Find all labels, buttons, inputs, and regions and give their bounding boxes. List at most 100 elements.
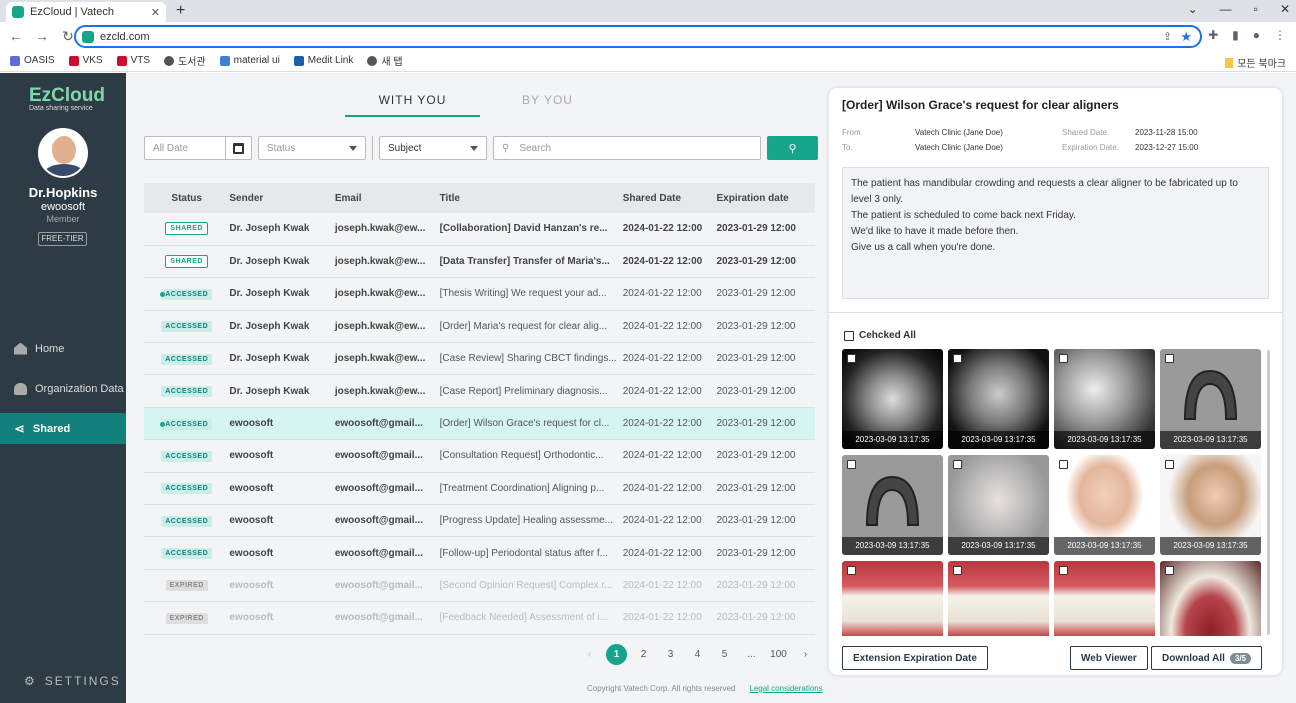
thumbnail-face-mesh[interactable]: 2023-03-09 13:17:35	[948, 455, 1049, 555]
thumbnail-face-side-photo[interactable]: 2023-03-09 13:17:35	[1160, 455, 1261, 555]
message-box[interactable]: The patient has mandibular crowding and …	[842, 167, 1269, 299]
minimize-icon[interactable]: —	[1220, 2, 1232, 16]
nav-shared[interactable]: ⋖ Shared	[0, 413, 126, 444]
thumbnail-lower-model[interactable]: 2023-03-09 13:17:35	[842, 455, 943, 555]
tab-by-you[interactable]: BY YOU	[480, 93, 615, 117]
table-row[interactable]: ACCESSED ewoosoft ewoosoft@gmail... [Treatm…	[144, 472, 815, 506]
bookmark-item[interactable]: 도서관	[164, 53, 206, 68]
thumbnail-checkbox[interactable]	[1059, 354, 1068, 363]
date-filter[interactable]: All Date	[144, 136, 252, 160]
table-row[interactable]: EXPIRED ewoosoft ewoosoft@gmail... [Feedbac…	[144, 601, 815, 635]
bookmark-item[interactable]: VKS	[68, 55, 103, 66]
status-select[interactable]: Status	[258, 136, 366, 160]
close-window-icon[interactable]: ✕	[1280, 2, 1290, 16]
thumbnail-intraoral-xray[interactable]: 2023-03-09 13:17:35	[1054, 349, 1155, 449]
window-dropdown-icon[interactable]: ⌄	[1188, 2, 1198, 16]
nav-home[interactable]: Home	[0, 333, 126, 364]
new-tab-icon[interactable]: +	[176, 2, 185, 20]
calendar-icon[interactable]	[225, 137, 251, 159]
col-email[interactable]: Email	[328, 183, 434, 213]
table-row[interactable]: ACCESSED Dr. Joseph Kwak joseph.kwak@ew...…	[144, 277, 815, 311]
next-page-icon[interactable]: ›	[792, 649, 819, 660]
table-row[interactable]: ACCESSED Dr. Joseph Kwak joseph.kwak@ew...…	[144, 374, 815, 408]
thumbnail-checkbox[interactable]	[953, 354, 962, 363]
search-input[interactable]: ⚲ Search	[493, 136, 761, 160]
extend-expiration-button[interactable]: Extension Expiration Date	[842, 646, 988, 670]
email-cell: joseph.kwak@ew...	[328, 374, 434, 408]
thumbnail-checkbox[interactable]	[1165, 354, 1174, 363]
thumbnail-checkbox[interactable]	[847, 566, 856, 575]
prev-page-icon[interactable]: ‹	[576, 649, 603, 660]
maximize-icon[interactable]: ▫	[1254, 2, 1258, 16]
subject-select[interactable]: Subject	[379, 136, 487, 160]
close-tab-icon[interactable]: ✕	[151, 6, 160, 19]
download-all-button[interactable]: Download All 3/5	[1151, 646, 1263, 670]
sidepanel-icon[interactable]: ▮	[1232, 28, 1239, 42]
table-row[interactable]: ACCESSED Dr. Joseph Kwak joseph.kwak@ew...…	[144, 310, 815, 344]
thumbnail-teeth-photo[interactable]	[1054, 561, 1155, 636]
thumbnail-checkbox[interactable]	[1059, 460, 1068, 469]
bookmark-item[interactable]: material ui	[219, 55, 280, 66]
page-3[interactable]: 3	[657, 649, 684, 660]
col-status[interactable]: Status	[144, 183, 224, 213]
thumbnail-teeth-photo[interactable]	[948, 561, 1049, 636]
thumbnail-checkbox[interactable]	[953, 566, 962, 575]
thumbnail-checkbox[interactable]	[1165, 566, 1174, 575]
page-5[interactable]: 5	[711, 649, 738, 660]
nav-organization-data[interactable]: Organization Data	[0, 373, 126, 404]
table-row[interactable]: ACCESSED ewoosoft ewoosoft@gmail... [Order]…	[144, 407, 815, 441]
tab-with-you[interactable]: WITH YOU	[345, 93, 480, 117]
table-row[interactable]: ACCESSED ewoosoft ewoosoft@gmail... [Progre…	[144, 504, 815, 538]
thumbnail-ceph-xray[interactable]: 2023-03-09 13:17:35	[948, 349, 1049, 449]
share-icon[interactable]: ⇪	[1163, 30, 1172, 43]
web-viewer-button[interactable]: Web Viewer	[1070, 646, 1148, 670]
scrollbar[interactable]	[1267, 350, 1270, 635]
col-sender[interactable]: Sender	[223, 183, 329, 213]
search-button[interactable]: ⚲	[767, 136, 818, 160]
bookmark-item[interactable]: VTS	[116, 55, 150, 66]
col-shared-date[interactable]: Shared Date	[616, 183, 711, 213]
checkbox[interactable]	[844, 330, 854, 341]
all-bookmarks[interactable]: 모든 북마크	[1225, 55, 1286, 70]
browser-tab[interactable]: EzCloud | Vatech ✕	[6, 2, 166, 22]
sender-cell: Dr. Joseph Kwak	[223, 342, 329, 376]
extensions-icon[interactable]: ✚	[1208, 28, 1218, 42]
thumbnail-face-front-photo[interactable]: 2023-03-09 13:17:35	[1054, 455, 1155, 555]
thumbnail-checkbox[interactable]	[953, 460, 962, 469]
thumbnail-teeth-photo[interactable]	[842, 561, 943, 636]
table-row[interactable]: ACCESSED Dr. Joseph Kwak joseph.kwak@ew...…	[144, 342, 815, 376]
thumbnail-checkbox[interactable]	[847, 460, 856, 469]
legal-link[interactable]: Legal considerations	[749, 684, 822, 693]
address-bar[interactable]: ezcld.com ⇪ ★	[74, 25, 1202, 48]
table-row[interactable]: ACCESSED ewoosoft ewoosoft@gmail... [Follow…	[144, 536, 815, 570]
profile-icon[interactable]: ●	[1253, 28, 1260, 42]
table-row[interactable]: EXPIRED ewoosoft ewoosoft@gmail... [Second …	[144, 569, 815, 603]
table-row[interactable]: SHARED Dr. Joseph Kwak joseph.kwak@ew... [D…	[144, 245, 815, 279]
col-title[interactable]: Title	[433, 183, 617, 213]
email-cell: ewoosoft@gmail...	[328, 601, 434, 635]
col-expiration-date[interactable]: Expiration date	[710, 183, 815, 213]
thumbnail-panoramic-xray[interactable]: 2023-03-09 13:17:35	[842, 349, 943, 449]
thumbnail-occlusal-photo[interactable]	[1160, 561, 1261, 636]
forward-icon[interactable]: →	[34, 28, 50, 44]
thumbnail-checkbox[interactable]	[1165, 460, 1174, 469]
bookmark-star-icon[interactable]: ★	[1180, 29, 1192, 45]
bookmark-item[interactable]: Medit Link	[293, 55, 353, 66]
bookmark-item[interactable]: OASIS	[10, 55, 55, 66]
thumbnail-upper-model[interactable]: 2023-03-09 13:17:35	[1160, 349, 1261, 449]
page-1[interactable]: 1	[606, 644, 627, 665]
bookmark-item[interactable]: 새 탭	[367, 53, 403, 68]
check-all[interactable]: Cehcked All	[844, 330, 916, 341]
thumbnail-checkbox[interactable]	[847, 354, 856, 363]
thumbnail-checkbox[interactable]	[1059, 566, 1068, 575]
ezcloud-logo[interactable]: EzCloud Data sharing service	[29, 85, 105, 112]
table-row[interactable]: SHARED Dr. Joseph Kwak joseph.kwak@ew... [C…	[144, 213, 815, 246]
page-100[interactable]: 100	[765, 649, 792, 660]
page-2[interactable]: 2	[630, 649, 657, 660]
page-4[interactable]: 4	[684, 649, 711, 660]
settings-button[interactable]: ⚙ SETTINGS	[24, 674, 121, 688]
table-row[interactable]: ACCESSED ewoosoft ewoosoft@gmail... [Consul…	[144, 439, 815, 473]
site-info-icon[interactable]	[82, 30, 94, 43]
menu-kebab-icon[interactable]: ⋮	[1274, 28, 1286, 42]
back-icon[interactable]: ←	[8, 28, 24, 44]
